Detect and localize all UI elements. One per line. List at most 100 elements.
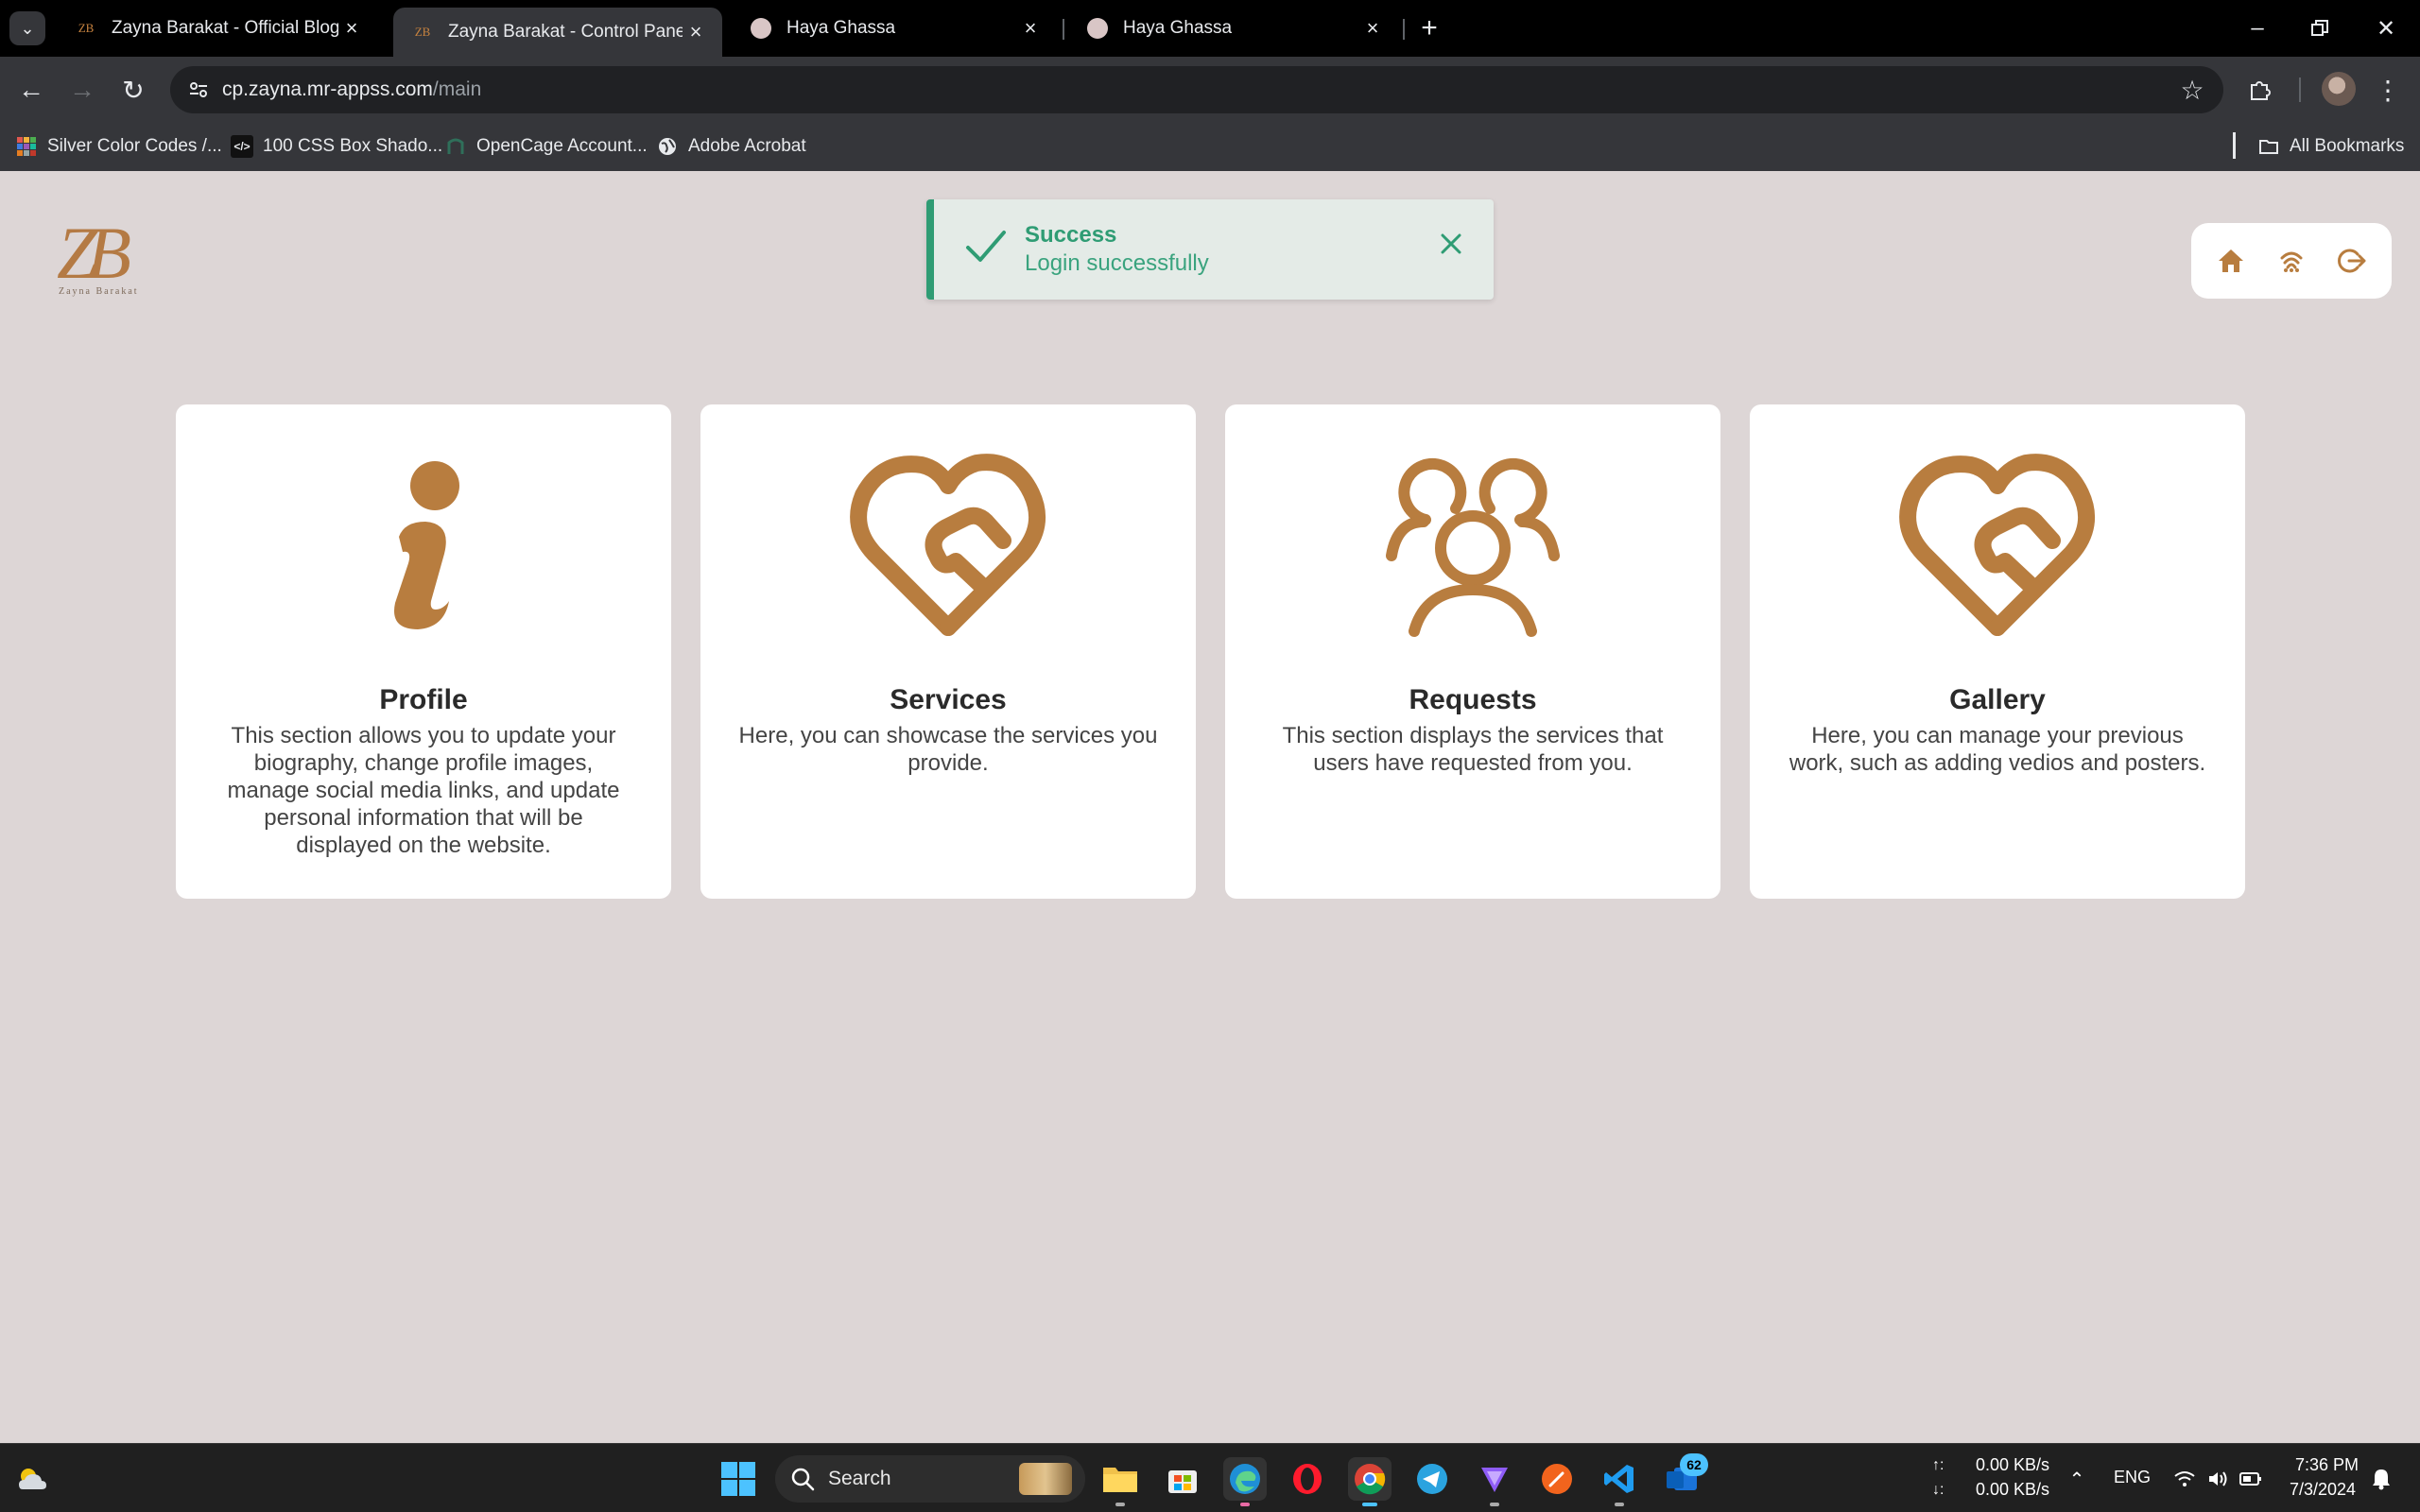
restore-button[interactable] <box>2291 8 2348 49</box>
bookmark-adobe-acrobat[interactable]: Adobe Acrobat <box>656 132 806 161</box>
search-highlight-image <box>1019 1463 1072 1495</box>
fingerprint-button[interactable] <box>2273 242 2310 280</box>
windows-start-icon[interactable] <box>720 1461 756 1497</box>
card-gallery[interactable]: Gallery Here, you can manage your previo… <box>1750 404 2245 899</box>
minimize-button[interactable]: – <box>2229 8 2286 49</box>
taskbar-app-triangle[interactable] <box>1473 1457 1516 1506</box>
favicon-icon <box>1087 18 1108 39</box>
folder-icon <box>2257 135 2280 158</box>
back-button[interactable]: ← <box>11 70 51 110</box>
toast-title: Success <box>1025 222 1117 248</box>
card-title: Requests <box>1409 684 1537 715</box>
toast-close-button[interactable] <box>1435 228 1467 260</box>
arrow-left-icon: ← <box>18 75 44 104</box>
battery-icon[interactable] <box>2238 1467 2263 1491</box>
bookmark-css-box-shadows[interactable]: </> 100 CSS Box Shado... <box>231 132 442 161</box>
running-indicator <box>1362 1503 1377 1506</box>
card-description: This section displays the services that … <box>1282 723 1664 776</box>
site-info-icon[interactable] <box>183 75 214 105</box>
clock-date[interactable]: 7/3/2024 <box>2290 1480 2356 1500</box>
favicon-icon <box>751 18 771 39</box>
grid-icon <box>15 135 38 158</box>
home-icon <box>2219 249 2243 272</box>
favicon-icon: ZB <box>414 25 431 39</box>
browser-toolbar: ← → ↻ cp.zayna.mr-appss.com/main ☆ ⋮ <box>0 57 2420 123</box>
globe-icon <box>656 135 679 158</box>
tab-official-blogger[interactable]: ZB Zayna Barakat - Official Blogger × <box>57 8 378 49</box>
bookmark-silver-color-codes[interactable]: Silver Color Codes /... <box>15 132 222 161</box>
close-icon[interactable]: × <box>683 19 709 45</box>
notification-bell-icon[interactable] <box>2369 1467 2394 1491</box>
tab-separator <box>1403 19 1405 40</box>
info-icon <box>394 461 459 629</box>
logout-button[interactable] <box>2333 242 2371 280</box>
handshake-heart-icon <box>850 454 1046 636</box>
menu-button[interactable]: ⋮ <box>2371 70 2405 110</box>
taskbar-edge[interactable] <box>1223 1457 1267 1506</box>
close-window-button[interactable]: ✕ <box>2358 8 2414 49</box>
taskbar-search[interactable]: Search <box>775 1455 1085 1503</box>
running-indicator <box>1240 1503 1250 1506</box>
browser-chrome: ⌄ ZB Zayna Barakat - Official Blogger × … <box>0 0 2420 171</box>
tab-haya-ghassa-2[interactable]: Haya Ghassa × <box>1068 8 1399 49</box>
close-icon[interactable]: × <box>1017 15 1044 42</box>
search-icon <box>791 1468 815 1491</box>
reload-button[interactable]: ↻ <box>113 70 153 110</box>
profile-avatar[interactable] <box>2322 72 2356 106</box>
bookmark-label: Silver Color Codes /... <box>47 136 222 156</box>
forward-button[interactable]: → <box>62 70 102 110</box>
wifi-icon[interactable] <box>2172 1467 2197 1491</box>
clock-time[interactable]: 7:36 PM <box>2295 1455 2359 1475</box>
toast-message: Login successfully <box>1025 250 1209 276</box>
tab-search-button[interactable]: ⌄ <box>9 11 45 45</box>
net-download-speed: 0.00 KB/s <box>1976 1480 2050 1499</box>
tab-haya-ghassa-1[interactable]: Haya Ghassa × <box>732 8 1057 49</box>
taskbar-telegram[interactable] <box>1410 1457 1454 1501</box>
chevron-up-icon[interactable]: ⌃ <box>2065 1467 2089 1491</box>
net-upload-speed: 0.00 KB/s <box>1976 1455 2050 1474</box>
check-icon <box>966 231 1006 262</box>
logo-subtitle: Zayna Barakat <box>59 286 139 297</box>
card-title: Gallery <box>1949 684 2046 715</box>
control-panel-page: ZB Zayna Barakat Success Login successfu… <box>0 171 2420 1443</box>
taskbar-vscode[interactable] <box>1598 1457 1641 1506</box>
running-indicator <box>1115 1503 1125 1506</box>
taskbar-chrome[interactable] <box>1348 1457 1392 1506</box>
bookmark-star-icon[interactable]: ☆ <box>2176 74 2208 106</box>
kebab-menu-icon: ⋮ <box>2375 75 2401 105</box>
weather-cloud-icon[interactable] <box>15 1463 49 1497</box>
home-button[interactable] <box>2212 242 2250 280</box>
taskbar-file-explorer[interactable] <box>1098 1457 1142 1506</box>
card-profile[interactable]: Profile This section allows you to updat… <box>176 404 671 899</box>
card-services[interactable]: Services Here, you can showcase the serv… <box>700 404 1196 899</box>
telegram-icon <box>1417 1464 1447 1494</box>
taskbar-microsoft-store[interactable] <box>1161 1457 1204 1501</box>
bookmark-opencage[interactable]: OpenCage Account... <box>444 132 648 161</box>
taskbar-app-orange[interactable] <box>1535 1457 1579 1501</box>
puzzle-icon <box>2251 81 2271 100</box>
logout-icon <box>2338 249 2366 273</box>
tab-title: Haya Ghassa <box>786 18 896 38</box>
card-title: Services <box>890 684 1007 715</box>
code-icon: </> <box>231 135 253 158</box>
card-description: This section allows you to update your b… <box>227 723 620 858</box>
url-text[interactable]: cp.zayna.mr-appss.com/main <box>222 78 481 101</box>
language-indicator[interactable]: ENG <box>2114 1468 2151 1487</box>
taskbar-opera[interactable] <box>1286 1457 1329 1501</box>
download-arrow-icon: ↓: <box>1932 1482 1945 1498</box>
address-bar[interactable]: cp.zayna.mr-appss.com/main ☆ <box>170 66 2223 113</box>
card-requests[interactable]: Requests This section displays the servi… <box>1225 404 1720 899</box>
plus-icon: + <box>1421 12 1438 43</box>
tab-strip: ⌄ ZB Zayna Barakat - Official Blogger × … <box>0 0 2420 57</box>
logo-letters: ZB <box>57 212 131 294</box>
tab-title: Zayna Barakat - Official Blogger <box>112 18 338 38</box>
extensions-button[interactable] <box>2240 70 2280 110</box>
all-bookmarks-button[interactable]: All Bookmarks <box>2257 132 2404 161</box>
tab-control-panel[interactable]: ZB Zayna Barakat - Control Panel × <box>393 8 722 57</box>
speaker-icon[interactable] <box>2206 1467 2231 1491</box>
bookmarks-separator <box>2233 132 2236 159</box>
close-icon[interactable]: × <box>338 15 365 42</box>
running-indicator <box>1615 1503 1624 1506</box>
close-icon[interactable]: × <box>1359 15 1386 42</box>
new-tab-button[interactable]: + <box>1412 11 1446 45</box>
